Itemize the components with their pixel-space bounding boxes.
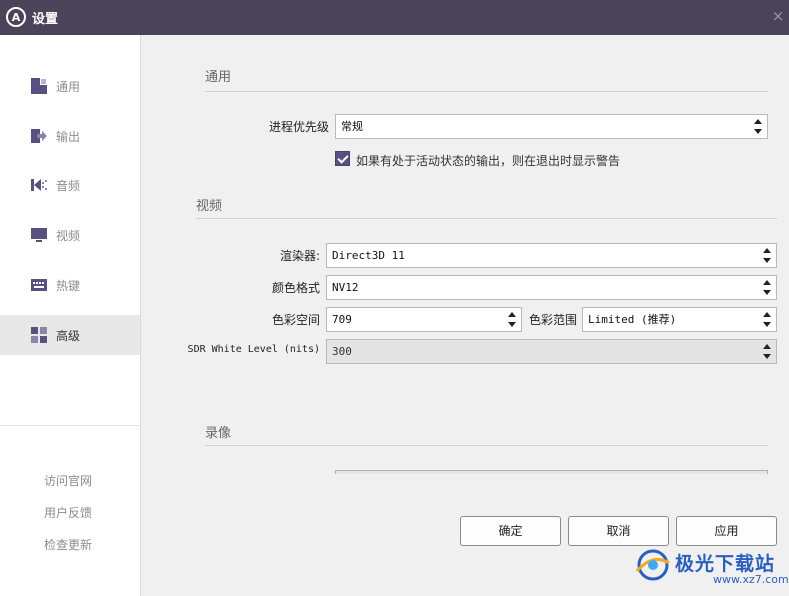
section-title-general: 通用 <box>205 70 232 85</box>
watermark-logo-icon <box>635 549 670 581</box>
priority-value: 常规 <box>341 120 363 133</box>
updown-arrows-icon <box>763 280 772 295</box>
renderer-select[interactable]: Direct3D 11 <box>326 243 777 268</box>
output-icon <box>31 129 47 143</box>
advanced-icon <box>31 327 47 343</box>
color-space-select[interactable]: 709 <box>326 307 522 332</box>
general-icon <box>31 78 47 94</box>
ok-button[interactable]: 确定 <box>460 516 561 546</box>
updown-arrows-icon <box>508 312 517 327</box>
color-range-label: 色彩范围 <box>528 313 577 327</box>
close-icon: × <box>771 7 785 25</box>
watermark-url: www.xz7.com <box>713 573 789 586</box>
sidebar-item-general[interactable]: 通用 <box>0 66 140 106</box>
app-logo-letter: A <box>11 10 21 24</box>
updown-arrows-icon <box>763 312 772 327</box>
watermark: 极光下载站 www.xz7.com <box>633 545 789 596</box>
recording-field-partial <box>335 470 768 474</box>
updown-arrows-icon <box>763 248 772 263</box>
sidebar-item-label: 通用 <box>56 80 81 94</box>
sidebar-item-video[interactable]: 视频 <box>0 215 140 255</box>
exit-warning-checkbox[interactable] <box>335 151 350 166</box>
color-range-value: Limited (推荐) <box>588 313 677 326</box>
color-range-select[interactable]: Limited (推荐) <box>582 307 777 332</box>
sidebar-item-audio[interactable]: 音频 <box>0 165 140 205</box>
color-format-select[interactable]: NV12 <box>326 275 777 300</box>
renderer-label: 渲染器: <box>279 249 320 263</box>
apply-button[interactable]: 应用 <box>676 516 777 546</box>
section-divider <box>205 445 768 446</box>
app-logo-icon: A <box>6 7 26 27</box>
sidebar-item-label: 高级 <box>56 329 81 343</box>
window-title: 设置 <box>32 12 59 27</box>
hotkey-icon <box>31 279 47 291</box>
settings-content: 通用 进程优先级 常规 如果有处于活动状态的输出，则在退出时显示警告 视频 渲染… <box>141 35 789 596</box>
sdr-white-level-label: SDR White Level (nits) <box>187 344 320 355</box>
sidebar-item-label: 热键 <box>56 279 81 293</box>
priority-label: 进程优先级 <box>268 120 329 134</box>
updown-arrows-icon <box>754 119 763 134</box>
watermark-text: 极光下载站 <box>675 553 776 575</box>
color-space-label: 色彩空间 <box>271 313 320 327</box>
color-format-label: 颜色格式 <box>271 281 320 295</box>
spin-arrows-icon <box>763 344 772 359</box>
exit-warning-label: 如果有处于活动状态的输出，则在退出时显示警告 <box>356 154 621 168</box>
sidebar: 通用 输出 音频 视频 热键 高级 访问官网 用户反馈 检查更新 <box>0 35 141 596</box>
close-button[interactable]: × <box>769 6 787 26</box>
video-icon <box>31 228 47 242</box>
section-divider <box>205 91 768 92</box>
title-bar: A 设置 × <box>0 0 789 35</box>
section-title-recording: 录像 <box>205 426 232 441</box>
cancel-button[interactable]: 取消 <box>568 516 669 546</box>
section-divider <box>196 218 777 219</box>
visit-website-link[interactable]: 访问官网 <box>44 472 92 489</box>
sidebar-item-advanced[interactable]: 高级 <box>0 315 140 355</box>
sidebar-item-hotkey[interactable]: 热键 <box>0 265 140 305</box>
color-space-value: 709 <box>332 313 352 326</box>
audio-icon <box>31 179 47 191</box>
sidebar-item-label: 视频 <box>56 229 81 243</box>
sidebar-item-label: 音频 <box>56 179 81 193</box>
section-title-video: 视频 <box>196 199 223 214</box>
sidebar-item-output[interactable]: 输出 <box>0 116 140 156</box>
check-update-link[interactable]: 检查更新 <box>44 536 92 553</box>
renderer-value: Direct3D 11 <box>332 249 405 262</box>
priority-select[interactable]: 常规 <box>335 114 768 139</box>
color-format-value: NV12 <box>332 281 359 294</box>
sidebar-divider <box>0 425 140 426</box>
user-feedback-link[interactable]: 用户反馈 <box>44 504 92 521</box>
sidebar-item-label: 输出 <box>56 130 81 144</box>
sdr-white-level-spinbox[interactable]: 300 <box>326 339 777 364</box>
sdr-white-level-value: 300 <box>332 345 352 358</box>
